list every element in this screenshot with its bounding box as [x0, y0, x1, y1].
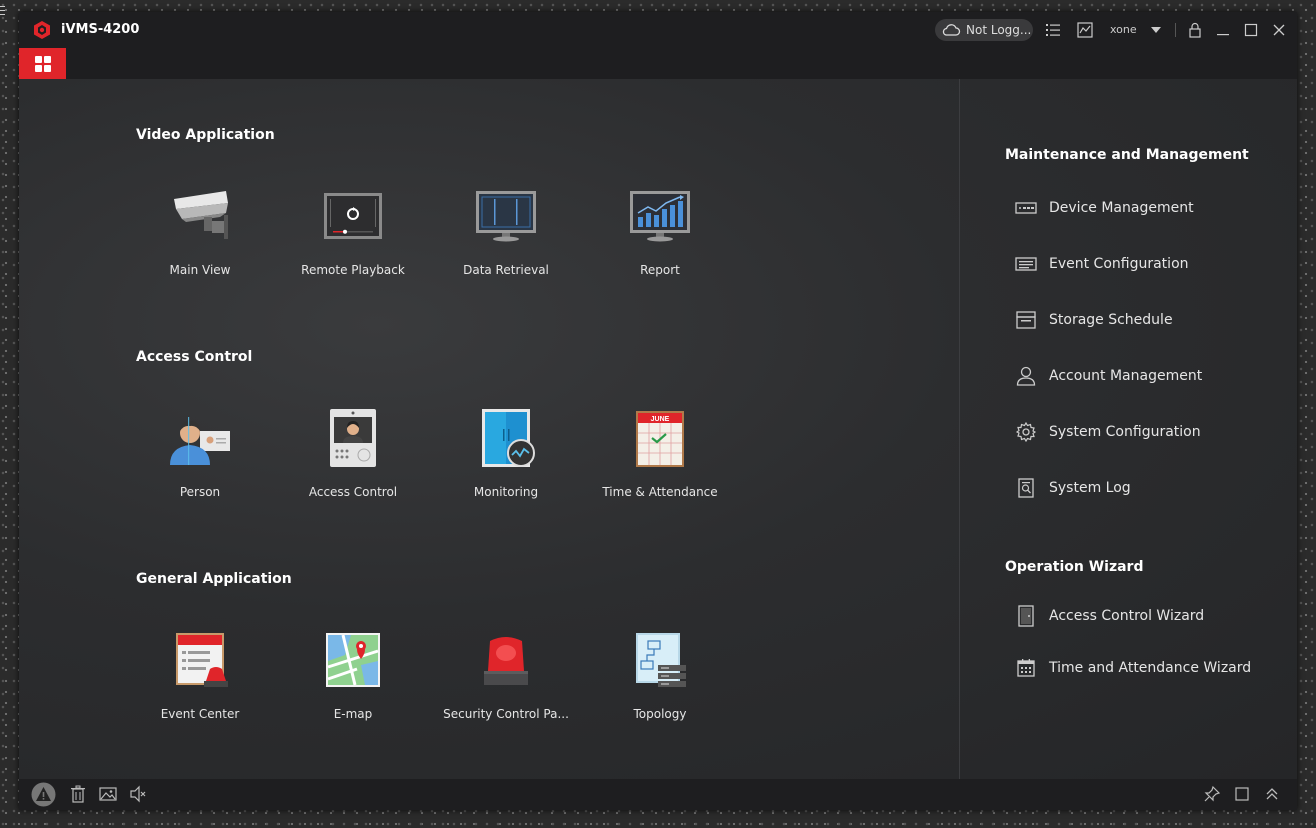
app-monitoring[interactable]: Monitoring [436, 409, 576, 519]
cloud-icon [942, 24, 961, 36]
app-label: Monitoring [473, 485, 539, 499]
menu-access-control-wizard[interactable]: Access Control Wizard [1015, 603, 1285, 629]
app-remote-playback[interactable]: Remote Playback [283, 187, 423, 297]
app-label: Security Control Pa... [443, 707, 569, 721]
app-label: Topology [633, 707, 687, 721]
app-person[interactable]: Person [130, 409, 270, 519]
menu-label: Account Management [1049, 368, 1203, 384]
minimize-icon[interactable] [1215, 22, 1231, 38]
pin-icon[interactable] [1203, 785, 1221, 803]
delete-icon[interactable] [69, 785, 87, 803]
close-icon[interactable] [1271, 22, 1287, 38]
user-name[interactable]: xone [1110, 23, 1137, 36]
app-label: Time & Attendance [602, 485, 718, 499]
chevron-up-icon[interactable] [1263, 785, 1281, 803]
menu-system-log[interactable]: System Log [1015, 475, 1285, 501]
menu-time-attendance-wizard[interactable]: Time and Attendance Wizard [1015, 655, 1285, 681]
menu-label: System Log [1049, 480, 1131, 496]
topology-icon [636, 633, 686, 687]
image-icon[interactable] [99, 785, 117, 803]
gear-icon [1016, 422, 1036, 442]
lock-icon[interactable] [1187, 22, 1203, 38]
section-title-access: Access Control [136, 349, 253, 365]
event-center-icon [176, 633, 228, 687]
app-e-map[interactable]: E-map [283, 631, 423, 741]
door-station-icon [330, 409, 376, 467]
menu-label: Time and Attendance Wizard [1049, 660, 1252, 676]
titlebar-divider [1175, 23, 1176, 37]
calendar-small-icon [1017, 659, 1035, 677]
monitor-status-icon[interactable] [1077, 22, 1093, 38]
menu-storage-schedule[interactable]: Storage Schedule [1015, 307, 1285, 333]
app-label: E-map [333, 707, 373, 721]
panel-divider [959, 79, 960, 779]
cloud-login-button[interactable]: Not Logg... [935, 19, 1033, 41]
menu-account-management[interactable]: Account Management [1015, 363, 1285, 389]
app-label: Report [640, 263, 680, 277]
home-tab[interactable] [19, 48, 66, 79]
app-security-control-panel[interactable]: Security Control Pa... [436, 631, 576, 741]
menu-event-configuration[interactable]: Event Configuration [1015, 251, 1285, 277]
tab-bar [19, 48, 1297, 79]
chart-monitor-icon [630, 191, 690, 242]
grid-icon [34, 55, 51, 72]
app-label: Event Center [160, 707, 240, 721]
menu-label: System Configuration [1049, 424, 1201, 440]
menu-system-configuration[interactable]: System Configuration [1015, 419, 1285, 445]
map-pin-icon [326, 633, 380, 687]
door-icon [1018, 605, 1034, 627]
desktop-edge-icon [0, 4, 5, 16]
person-card-icon [170, 417, 230, 465]
monitor-icon [476, 191, 536, 242]
app-report[interactable]: Report [590, 187, 730, 297]
event-config-icon [1015, 257, 1037, 271]
camera-icon [174, 191, 228, 239]
mute-icon[interactable] [129, 785, 147, 803]
app-label: Remote Playback [301, 263, 405, 277]
section-title-general: General Application [136, 571, 292, 587]
door-monitor-icon [482, 409, 535, 467]
app-label: Data Retrieval [463, 263, 549, 277]
home-content: Video Application Main View Remote Playb… [19, 79, 1297, 779]
app-event-center[interactable]: Event Center [130, 631, 270, 741]
account-icon [1016, 366, 1036, 386]
section-title-wizard: Operation Wizard [1005, 559, 1144, 575]
app-data-retrieval[interactable]: Data Retrieval [436, 187, 576, 297]
app-topology[interactable]: Topology [590, 631, 730, 741]
title-bar: iVMS-4200 Not Logg... xone [19, 12, 1297, 48]
app-time-attendance[interactable]: JUNE Time & Attendance [590, 409, 730, 519]
warning-icon[interactable] [31, 782, 56, 807]
app-main-view[interactable]: Main View [130, 187, 270, 297]
section-title-video: Video Application [136, 127, 275, 143]
app-label: Main View [169, 263, 231, 277]
task-list-icon[interactable] [1045, 22, 1061, 38]
section-title-maintenance: Maintenance and Management [1005, 147, 1249, 163]
app-logo-icon [34, 21, 50, 39]
app-label: Person [179, 485, 221, 499]
app-label: Access Control [308, 485, 398, 499]
menu-label: Device Management [1049, 200, 1194, 216]
log-icon [1018, 478, 1034, 498]
cloud-status-label: Not Logg... [966, 23, 1032, 37]
menu-label: Event Configuration [1049, 256, 1189, 272]
menu-device-management[interactable]: Device Management [1015, 195, 1285, 221]
svg-text:JUNE: JUNE [651, 416, 670, 423]
status-bar [19, 779, 1297, 810]
app-access-control[interactable]: Access Control [283, 409, 423, 519]
storage-icon [1016, 311, 1036, 329]
playback-icon [324, 193, 382, 239]
alarm-light-icon [484, 637, 528, 685]
calendar-icon: JUNE [636, 411, 684, 467]
app-title: iVMS-4200 [61, 22, 140, 37]
app-window: iVMS-4200 Not Logg... xone Video Applica… [19, 12, 1297, 810]
menu-label: Access Control Wizard [1049, 608, 1205, 624]
device-icon [1015, 202, 1037, 214]
fullscreen-icon[interactable] [1233, 785, 1251, 803]
chevron-down-icon[interactable] [1151, 27, 1161, 33]
maximize-icon[interactable] [1243, 22, 1259, 38]
menu-label: Storage Schedule [1049, 312, 1173, 328]
